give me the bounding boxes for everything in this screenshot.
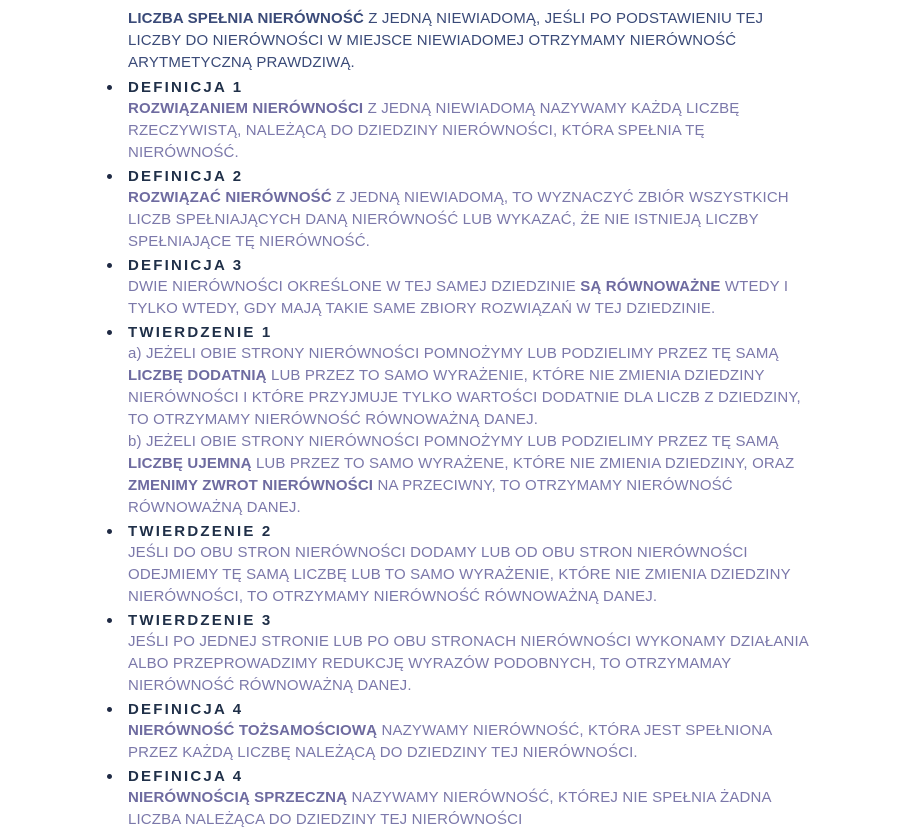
list-item: DEFINICJA 3 DWIE NIERÓWNOŚCI OKREŚLONE W … bbox=[0, 256, 818, 320]
item-body: ROZWIĄZAĆ NIERÓWNOŚĆ Z JEDNĄ NIEWIADOMĄ,… bbox=[128, 187, 818, 253]
item-body: ROZWIĄZANIEM NIERÓWNOŚCI Z JEDNĄ NIEWIAD… bbox=[128, 98, 818, 164]
bullet-icon bbox=[107, 85, 112, 90]
definitions-list: DEFINICJA 1 ROZWIĄZANIEM NIERÓWNOŚCI Z JE… bbox=[0, 78, 901, 834]
body-text: b) bbox=[128, 433, 142, 450]
emphasized-term: ROZWIĄZAĆ NIERÓWNOŚĆ bbox=[128, 189, 332, 206]
item-body: JEŚLI PO JEDNEJ STRONIE LUB PO OBU STRON… bbox=[128, 631, 818, 697]
bullet-icon bbox=[107, 618, 112, 623]
item-heading: DEFINICJA 4 bbox=[128, 768, 244, 785]
list-item: TWIERDZENIE 1 a) JEŻELI OBIE STRONY NIERÓ… bbox=[0, 323, 818, 519]
body-text: JEŚLI DO OBU STRON NIERÓWNOŚCI DODAMY LU… bbox=[128, 544, 791, 605]
list-item: DEFINICJA 1 ROZWIĄZANIEM NIERÓWNOŚCI Z JE… bbox=[0, 78, 818, 164]
item-body: b) JEŻELI OBIE STRONY NIERÓWNOŚCI POMNOŻ… bbox=[128, 431, 818, 519]
emphasized-term: NIERÓWNOŚCIĄ SPRZECZNĄ bbox=[128, 789, 348, 806]
item-heading: TWIERDZENIE 1 bbox=[128, 324, 273, 341]
list-item: DEFINICJA 2 ROZWIĄZAĆ NIERÓWNOŚĆ Z JEDNĄ … bbox=[0, 167, 818, 253]
emphasized-term: ROZWIĄZANIEM NIERÓWNOŚCI bbox=[128, 100, 364, 117]
bullet-icon bbox=[107, 774, 112, 779]
emphasized-term: SĄ RÓWNOWAŻNE bbox=[580, 278, 721, 295]
list-item: TWIERDZENIE 2 JEŚLI DO OBU STRON NIERÓWNO… bbox=[0, 522, 818, 608]
intro-paragraph: LICZBA SPEŁNIA NIERÓWNOŚĆ Z JEDNĄ NIEWIA… bbox=[128, 8, 818, 74]
body-text: LUB PRZEZ TO SAMO WYRAŻENE, KTÓRE NIE ZM… bbox=[251, 455, 795, 472]
item-body: JEŚLI DO OBU STRON NIERÓWNOŚCI DODAMY LU… bbox=[128, 542, 818, 608]
item-heading: TWIERDZENIE 3 bbox=[128, 612, 273, 629]
document-page: LICZBA SPEŁNIA NIERÓWNOŚĆ Z JEDNĄ NIEWIA… bbox=[0, 0, 901, 828]
emphasized-term: LICZBĘ UJEMNĄ bbox=[128, 455, 252, 472]
item-body: NIERÓWNOŚCIĄ SPRZECZNĄ NAZYWAMY NIERÓWNO… bbox=[128, 787, 818, 831]
item-body: NIERÓWNOŚĆ TOŻSAMOŚCIOWĄ NAZYWAMY NIERÓW… bbox=[128, 720, 818, 764]
item-heading: DEFINICJA 1 bbox=[128, 79, 244, 96]
bullet-icon bbox=[107, 330, 112, 335]
item-body: DWIE NIERÓWNOŚCI OKREŚLONE W TEJ SAMEJ D… bbox=[128, 276, 818, 320]
item-heading: DEFINICJA 2 bbox=[128, 168, 244, 185]
bullet-icon bbox=[107, 174, 112, 179]
body-text: JEŻELI OBIE STRONY NIERÓWNOŚCI POMNOŻYMY… bbox=[141, 433, 779, 450]
bullet-icon bbox=[107, 529, 112, 534]
bullet-icon bbox=[107, 707, 112, 712]
list-item: TWIERDZENIE 3 JEŚLI PO JEDNEJ STRONIE LUB… bbox=[0, 611, 818, 697]
emphasized-term: NIERÓWNOŚĆ TOŻSAMOŚCIOWĄ bbox=[128, 722, 378, 739]
body-text: DWIE NIERÓWNOŚCI OKREŚLONE W TEJ SAMEJ D… bbox=[128, 278, 581, 295]
emphasized-term: LICZBĘ DODATNIĄ bbox=[128, 367, 267, 384]
body-text: JEŚLI PO JEDNEJ STRONIE LUB PO OBU STRON… bbox=[128, 633, 809, 694]
item-heading: DEFINICJA 3 bbox=[128, 257, 244, 274]
emphasized-term: ZMENIMY ZWROT NIERÓWNOŚCI bbox=[128, 477, 374, 494]
item-heading: TWIERDZENIE 2 bbox=[128, 523, 273, 540]
list-item: DEFINICJA 4 NIERÓWNOŚĆ TOŻSAMOŚCIOWĄ NAZY… bbox=[0, 700, 818, 764]
item-body: a) JEŻELI OBIE STRONY NIERÓWNOŚCI POMNOŻ… bbox=[128, 343, 818, 431]
bullet-icon bbox=[107, 263, 112, 268]
list-item: DEFINICJA 4 NIERÓWNOŚCIĄ SPRZECZNĄ NAZYWA… bbox=[0, 767, 818, 831]
body-text: JEŻELI OBIE STRONY NIERÓWNOŚCI POMNOŻYMY… bbox=[141, 345, 779, 362]
intro-term: LICZBA SPEŁNIA NIERÓWNOŚĆ bbox=[128, 10, 364, 27]
item-heading: DEFINICJA 4 bbox=[128, 701, 244, 718]
body-text: a) bbox=[128, 345, 142, 362]
